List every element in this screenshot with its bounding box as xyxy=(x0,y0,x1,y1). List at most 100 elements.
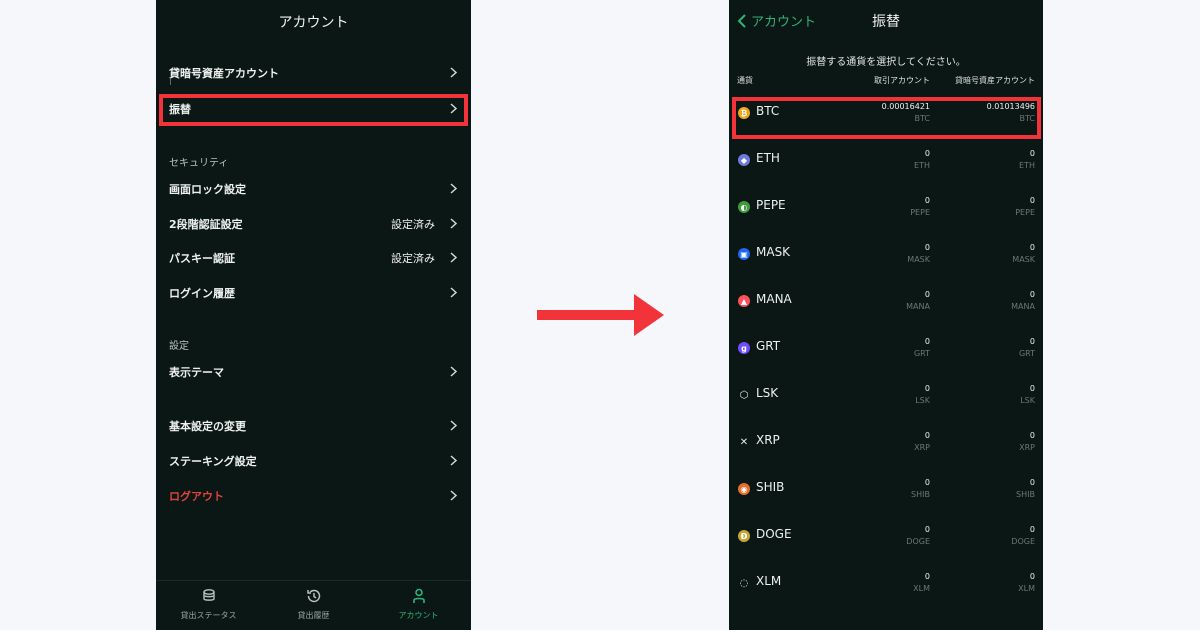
lending-amount: 0 xyxy=(1029,243,1035,252)
coin-name: SHIB xyxy=(756,480,785,494)
lending-unit: XLM xyxy=(1018,584,1035,593)
chevron-right-icon xyxy=(450,490,458,501)
trading-unit: DOGE xyxy=(906,537,930,546)
trading-amount: 0 xyxy=(924,196,930,205)
lending-unit: XRP xyxy=(1019,443,1035,452)
coin-name: DOGE xyxy=(756,527,792,541)
page-title: アカウント xyxy=(278,15,349,31)
coin-name: LSK xyxy=(756,386,779,400)
lending-unit: MANA xyxy=(1011,302,1035,311)
menu-status: 設定済み xyxy=(391,218,435,231)
lending-amount: 0 xyxy=(1029,572,1035,581)
bottom-nav: 貸出ステータス 貸出履歴 アカウント xyxy=(156,580,471,630)
lending-unit: PEPE xyxy=(1015,208,1035,217)
nav-label: 貸出ステータス xyxy=(180,611,237,620)
page-title: 振替 xyxy=(872,14,900,30)
arrow-right-icon xyxy=(537,310,637,320)
menu-label: 基本設定の変更 xyxy=(169,420,246,433)
trading-amount: 0 xyxy=(924,384,930,393)
person-icon xyxy=(412,588,425,603)
nav-lending-history[interactable]: 貸出履歴 xyxy=(261,587,366,621)
column-header-currency: 通貨 xyxy=(737,76,753,85)
coin-row-mana[interactable]: ▲ MANA 0 MANA 0 MANA xyxy=(729,286,1043,333)
menu-lending-account[interactable]: 貸暗号資産アカウント | xyxy=(156,58,471,88)
shib-icon: ◉ xyxy=(738,483,750,495)
coin-name: XLM xyxy=(756,574,782,588)
menu-two-factor[interactable]: 2段階認証設定 設定済み xyxy=(156,209,471,239)
trading-unit: MANA xyxy=(906,302,930,311)
section-security: セキュリティ xyxy=(169,158,229,169)
nav-label: アカウント xyxy=(398,611,439,620)
coin-row-lsk[interactable]: ⬡ LSK 0 LSK 0 LSK xyxy=(729,380,1043,427)
menu-sub: | xyxy=(169,76,172,85)
menu-passkey[interactable]: パスキー認証 設定済み xyxy=(156,243,471,273)
menu-logout[interactable]: ログアウト xyxy=(156,481,471,511)
trading-amount: 0 xyxy=(924,478,930,487)
menu-screen-lock[interactable]: 画面ロック設定 xyxy=(156,174,471,204)
chevron-right-icon xyxy=(450,420,458,431)
arrow-head-icon xyxy=(634,294,664,336)
menu-basic-settings[interactable]: 基本設定の変更 xyxy=(156,411,471,441)
lending-unit: MASK xyxy=(1012,255,1035,264)
coin-name: PEPE xyxy=(756,198,786,212)
coin-row-mask[interactable]: ▣ MASK 0 MASK 0 MASK xyxy=(729,239,1043,286)
coin-row-eth[interactable]: ◆ ETH 0 ETH 0 ETH xyxy=(729,145,1043,192)
column-header-trading: 取引アカウント xyxy=(874,76,930,85)
chevron-right-icon xyxy=(450,218,458,229)
history-icon xyxy=(306,589,320,603)
mask-icon: ▣ xyxy=(738,248,750,260)
back-button[interactable]: アカウント xyxy=(737,11,816,30)
trading-unit: MASK xyxy=(907,255,930,264)
coin-row-shib[interactable]: ◉ SHIB 0 SHIB 0 SHIB xyxy=(729,474,1043,521)
xrp-icon: ✕ xyxy=(738,436,750,448)
trading-unit: LSK xyxy=(915,396,930,405)
trading-amount: 0 xyxy=(924,243,930,252)
coins-icon xyxy=(202,589,215,601)
trading-unit: SHIB xyxy=(911,490,930,499)
nav-account[interactable]: アカウント xyxy=(366,587,471,621)
menu-status: 設定済み xyxy=(391,252,435,265)
pepe-icon: ◐ xyxy=(738,201,750,213)
trading-unit: ETH xyxy=(914,161,930,170)
column-header-lending: 貸暗号資産アカウント xyxy=(955,76,1035,85)
lending-amount: 0 xyxy=(1029,337,1035,346)
lending-amount: 0 xyxy=(1029,431,1035,440)
menu-label: パスキー認証 xyxy=(169,252,235,265)
instruction-text: 振替する通貨を選択してください。 xyxy=(806,57,966,68)
coin-row-xrp[interactable]: ✕ XRP 0 XRP 0 XRP xyxy=(729,427,1043,474)
back-label: アカウント xyxy=(751,15,817,30)
trading-unit: XLM xyxy=(913,584,930,593)
lending-amount: 0 xyxy=(1029,478,1035,487)
section-settings: 設定 xyxy=(169,341,189,352)
chevron-right-icon xyxy=(450,287,458,298)
coin-row-doge[interactable]: Ð DOGE 0 DOGE 0 DOGE xyxy=(729,521,1043,568)
trading-amount: 0 xyxy=(924,149,930,158)
coin-row-xlm[interactable]: ◌ XLM 0 XLM 0 XLM xyxy=(729,568,1043,615)
trading-amount: 0 xyxy=(924,572,930,581)
chevron-right-icon xyxy=(450,455,458,466)
mana-icon: ▲ xyxy=(738,295,750,307)
coin-name: MANA xyxy=(756,292,792,306)
chevron-left-icon xyxy=(737,13,746,28)
lending-unit: SHIB xyxy=(1016,490,1035,499)
lending-amount: 0 xyxy=(1029,525,1035,534)
coin-name: ETH xyxy=(756,151,780,165)
highlight-transfer xyxy=(159,94,468,126)
trading-unit: PEPE xyxy=(910,208,930,217)
lending-unit: DOGE xyxy=(1011,537,1035,546)
coin-row-grt[interactable]: g GRT 0 GRT 0 GRT xyxy=(729,333,1043,380)
trading-unit: GRT xyxy=(913,349,930,358)
menu-login-history[interactable]: ログイン履歴 xyxy=(156,278,471,308)
nav-label: 貸出履歴 xyxy=(297,611,330,620)
lending-unit: ETH xyxy=(1019,161,1035,170)
coin-row-pepe[interactable]: ◐ PEPE 0 PEPE 0 PEPE xyxy=(729,192,1043,239)
lending-unit: GRT xyxy=(1018,349,1035,358)
nav-lending-status[interactable]: 貸出ステータス xyxy=(156,587,261,621)
lending-amount: 0 xyxy=(1029,196,1035,205)
lsk-icon: ⬡ xyxy=(738,389,750,401)
menu-label: 貸暗号資産アカウント xyxy=(169,67,279,80)
eth-icon: ◆ xyxy=(738,154,750,166)
menu-staking[interactable]: ステーキング設定 xyxy=(156,446,471,476)
menu-label: ログイン履歴 xyxy=(169,287,235,300)
menu-theme[interactable]: 表示テーマ xyxy=(156,357,471,387)
